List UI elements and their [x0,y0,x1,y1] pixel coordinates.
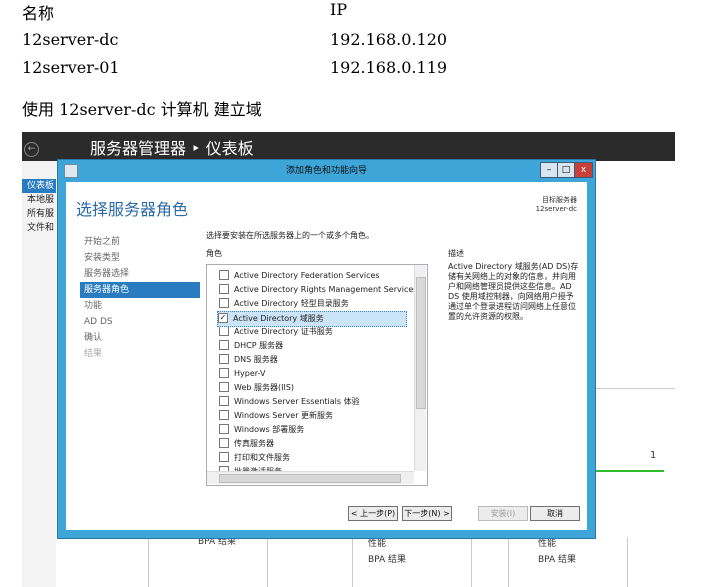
role-checkbox[interactable] [219,367,229,378]
target-label: 目标服务器 [542,196,577,204]
next-button[interactable]: 下一步(N) > [402,506,452,521]
role-item[interactable]: DHCP 服务器 [219,339,415,353]
server-manager-sidebar: 仪表板 本地服 所有服 文件和 [22,161,56,587]
sidebar-item-dashboard[interactable]: 仪表板 [22,179,56,193]
roles-list[interactable]: 批量激活服务打印和文件服务传真服务器Windows 部署服务Windows Se… [206,264,428,486]
wizard-step[interactable]: 结果 [80,346,200,362]
wizard-step[interactable]: 确认 [80,330,200,346]
role-label: Active Directory Rights Management Servi… [234,285,418,294]
wizard-step[interactable]: 服务器角色 [80,282,200,298]
sidebar-item-all[interactable]: 所有服 [22,207,56,221]
tile-2-bpa: BPA 结果 [368,555,407,565]
role-label: Windows Server Essentials 体验 [234,397,360,406]
role-label: Active Directory 证书服务 [234,327,333,336]
role-checkbox[interactable] [219,437,229,448]
wizard-step[interactable]: AD DS [80,314,200,330]
role-checkbox[interactable] [219,395,229,406]
role-item[interactable]: Active Directory Federation Services [219,269,415,283]
role-checkbox[interactable] [219,297,229,308]
wizard-title: 添加角色和功能向导 [285,166,367,176]
role-description: Active Directory 域服务(AD DS)存储有关网络上的对象的信息… [448,262,579,321]
screenshot: ←→ 服务器管理器 ‣ 仪表板 仪表板 本地服 所有服 文件和 1 BPA 结果… [22,132,675,587]
horizontal-scroll-thumb[interactable] [219,474,401,483]
role-item[interactable]: Active Directory 证书服务 [219,325,415,339]
maximize-button[interactable]: □ [557,162,575,178]
role-checkbox[interactable] [219,339,229,350]
tile-3-bpa: BPA 结果 [538,555,577,565]
row-2-ip: 192.168.0.119 [330,58,448,77]
role-item[interactable]: Windows Server Essentials 体验 [219,395,415,409]
description-header: 描述 [448,249,464,258]
sidebar-item-local[interactable]: 本地服 [22,193,56,207]
role-item[interactable]: Hyper-V [219,367,415,381]
role-checkbox[interactable] [219,381,229,392]
cancel-button[interactable]: 取消 [530,506,580,521]
role-item[interactable]: ✓ Active Directory 域服务 [217,311,407,327]
role-label: DNS 服务器 [234,355,278,364]
role-item[interactable]: DNS 服务器 [219,353,415,367]
server-manager-titlebar: ←→ 服务器管理器 ‣ 仪表板 [22,132,675,178]
role-label: Windows Server 更新服务 [234,411,334,420]
role-checkbox[interactable]: ✓ [218,312,228,323]
server-manager-title: 服务器管理器 ‣ 仪表板 [90,139,254,158]
divider [594,388,675,389]
tile-count: 1 [650,450,657,461]
role-label: 打印和文件服务 [234,453,290,462]
wizard-step[interactable]: 安装类型 [80,250,200,266]
role-item[interactable]: Web 服务器(IIS) [219,381,415,395]
back-icon[interactable]: ← [24,142,39,157]
wizard-step[interactable]: 服务器选择 [80,266,200,282]
role-checkbox[interactable] [219,451,229,462]
role-label: Active Directory Federation Services [234,271,380,280]
role-label: 传真服务器 [234,439,274,448]
caption: 使用 12server-dc 计算机 建立域 [22,100,262,119]
header-name: 名称 [22,4,55,23]
wizard-body: 选择服务器角色 目标服务器 12server-dc 开始之前 安装类型 服务器选择服… [66,182,587,530]
role-item[interactable]: Windows 部署服务 [219,423,415,437]
role-checkbox[interactable] [219,353,229,364]
roles-horizontal-scrollbar[interactable] [207,471,414,484]
role-label: Web 服务器(IIS) [234,383,295,392]
role-label: Windows 部署服务 [234,425,305,434]
roles-header: 角色 [206,249,222,258]
role-checkbox[interactable] [219,325,229,336]
wizard-step[interactable]: 开始之前 [80,234,200,250]
role-checkbox[interactable] [219,423,229,434]
previous-button[interactable]: < 上一步(P) [348,506,398,521]
install-button[interactable]: 安装(I) [478,506,528,521]
nav-buttons: ←→ [24,136,54,178]
role-item[interactable]: 打印和文件服务 [219,451,415,465]
wizard-heading: 选择服务器角色 [76,200,189,219]
role-checkbox[interactable] [219,409,229,420]
sidebar-item-file[interactable]: 文件和 [22,221,56,235]
add-roles-wizard: 添加角色和功能向导 – □ x 选择服务器角色 目标服务器 12server-d… [57,159,596,539]
target-server-name: 12server-dc [535,205,577,213]
row-1-ip: 192.168.0.120 [330,30,448,49]
roles-vertical-scrollbar[interactable] [414,265,426,471]
header-ip: IP [330,0,348,19]
role-item[interactable]: Active Directory 轻型目录服务 [219,297,415,311]
role-item[interactable]: Active Directory Rights Management Servi… [219,283,418,297]
vertical-scroll-thumb[interactable] [416,277,426,409]
role-item[interactable]: Windows Server 更新服务 [219,409,415,423]
row-1-name: 12server-dc [22,30,119,49]
instruction-text: 选择要安装在所选服务器上的一个或多个角色。 [206,231,374,240]
role-label: Active Directory 轻型目录服务 [234,299,349,308]
minimize-button[interactable]: – [540,162,558,178]
role-label: Active Directory 域服务 [233,314,324,323]
close-button[interactable]: x [574,162,593,178]
role-label: Hyper-V [234,369,266,378]
role-item[interactable]: 传真服务器 [219,437,415,451]
wizard-step[interactable]: 功能 [80,298,200,314]
role-checkbox[interactable] [219,269,229,280]
role-label: DHCP 服务器 [234,341,284,350]
row-2-name: 12server-01 [22,58,120,77]
role-checkbox[interactable] [219,283,229,294]
target-server-info: 目标服务器 12server-dc [536,196,577,214]
wizard-steps: 开始之前 安装类型 服务器选择 服务器角色 功能 AD DS 确认 结果 [80,234,200,362]
status-bar [594,470,664,472]
